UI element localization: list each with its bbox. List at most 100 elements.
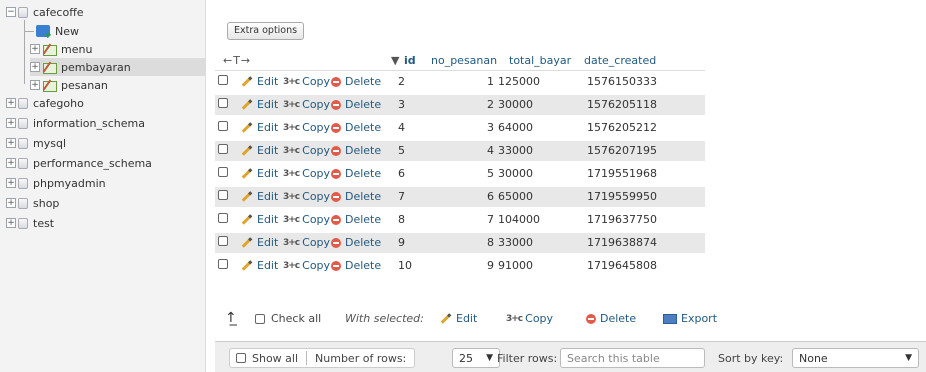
bulk-export-button[interactable]: Export: [663, 312, 717, 325]
row-copy-label[interactable]: Copy: [302, 144, 330, 157]
row-edit-button[interactable]: Edit: [241, 213, 278, 226]
row-delete-button[interactable]: Delete: [331, 213, 381, 226]
column-resize-arrows[interactable]: ←T→: [223, 54, 251, 67]
bulk-export-label[interactable]: Export: [681, 312, 717, 325]
table-label[interactable]: pembayaran: [61, 61, 131, 74]
row-delete-button[interactable]: Delete: [331, 144, 381, 157]
row-edit-label[interactable]: Edit: [257, 213, 278, 226]
expand-icon[interactable]: +: [30, 62, 40, 72]
show-all-control[interactable]: Show all Number of rows:: [229, 348, 416, 368]
check-all-control[interactable]: Check all: [255, 312, 321, 325]
row-delete-label[interactable]: Delete: [345, 259, 381, 272]
row-copy-label[interactable]: Copy: [302, 213, 330, 226]
row-delete-button[interactable]: Delete: [331, 236, 381, 249]
row-delete-label[interactable]: Delete: [345, 213, 381, 226]
row-edit-label[interactable]: Edit: [257, 190, 278, 203]
row-copy-button[interactable]: 3+c Copy: [283, 236, 330, 249]
sort-desc-icon[interactable]: ▼: [391, 54, 399, 67]
row-delete-label[interactable]: Delete: [345, 190, 381, 203]
row-checkbox[interactable]: [218, 144, 228, 154]
bulk-copy-button[interactable]: 3+c Copy: [506, 312, 553, 325]
row-copy-label[interactable]: Copy: [302, 259, 330, 272]
filter-rows-input[interactable]: Search this table: [560, 348, 705, 368]
row-delete-label[interactable]: Delete: [345, 121, 381, 134]
row-copy-button[interactable]: 3+c Copy: [283, 190, 330, 203]
row-copy-button[interactable]: 3+c Copy: [283, 144, 330, 157]
row-edit-label[interactable]: Edit: [257, 167, 278, 180]
expand-icon[interactable]: +: [6, 178, 16, 188]
row-delete-label[interactable]: Delete: [345, 98, 381, 111]
table-item-menu[interactable]: + menu: [30, 40, 92, 58]
expand-icon[interactable]: +: [6, 198, 16, 208]
db-label[interactable]: cafecoffe: [33, 6, 84, 19]
bulk-copy-label[interactable]: Copy: [525, 312, 553, 325]
row-copy-label[interactable]: Copy: [302, 121, 330, 134]
table-item-pesanan[interactable]: + pesanan: [30, 76, 108, 94]
column-header-date-created[interactable]: date_created: [584, 54, 656, 67]
check-all-label[interactable]: Check all: [271, 312, 321, 325]
column-header-total-bayar[interactable]: total_bayar: [509, 54, 571, 67]
expand-icon[interactable]: +: [6, 118, 16, 128]
collapse-icon[interactable]: −: [6, 7, 16, 17]
row-checkbox[interactable]: [218, 236, 228, 246]
db-label[interactable]: mysql: [33, 137, 66, 150]
row-checkbox[interactable]: [218, 259, 228, 269]
row-edit-label[interactable]: Edit: [257, 236, 278, 249]
db-label[interactable]: cafegoho: [33, 97, 84, 110]
db-label[interactable]: test: [33, 217, 54, 230]
row-edit-button[interactable]: Edit: [241, 259, 278, 272]
row-checkbox[interactable]: [218, 75, 228, 85]
show-all-label[interactable]: Show all: [252, 352, 298, 365]
row-edit-button[interactable]: Edit: [241, 98, 278, 111]
row-copy-button[interactable]: 3+c Copy: [283, 121, 330, 134]
expand-icon[interactable]: +: [6, 98, 16, 108]
expand-icon[interactable]: +: [6, 218, 16, 228]
row-delete-label[interactable]: Delete: [345, 75, 381, 88]
db-label[interactable]: information_schema: [33, 117, 145, 130]
row-copy-label[interactable]: Copy: [302, 75, 330, 88]
row-copy-button[interactable]: 3+c Copy: [283, 259, 330, 272]
expand-icon[interactable]: +: [6, 138, 16, 148]
column-header-no-pesanan[interactable]: no_pesanan: [431, 54, 497, 67]
show-all-checkbox[interactable]: [236, 353, 246, 363]
db-label[interactable]: phpmyadmin: [33, 177, 106, 190]
row-edit-button[interactable]: Edit: [241, 190, 278, 203]
number-of-rows-select[interactable]: 25 ▼: [452, 348, 500, 368]
expand-icon[interactable]: +: [30, 80, 40, 90]
db-item-test[interactable]: + test: [6, 214, 54, 232]
db-label[interactable]: performance_schema: [33, 157, 152, 170]
column-header-id[interactable]: id: [404, 54, 416, 67]
bulk-delete-label[interactable]: Delete: [600, 312, 636, 325]
row-delete-label[interactable]: Delete: [345, 167, 381, 180]
row-delete-button[interactable]: Delete: [331, 259, 381, 272]
row-edit-label[interactable]: Edit: [257, 121, 278, 134]
db-item-phpmyadmin[interactable]: + phpmyadmin: [6, 174, 106, 192]
row-edit-label[interactable]: Edit: [257, 98, 278, 111]
row-copy-button[interactable]: 3+c Copy: [283, 213, 330, 226]
row-copy-label[interactable]: Copy: [302, 236, 330, 249]
table-item-pembayaran[interactable]: + pembayaran: [30, 58, 206, 76]
row-checkbox[interactable]: [218, 98, 228, 108]
row-delete-label[interactable]: Delete: [345, 144, 381, 157]
sort-by-key-select[interactable]: None ▼: [792, 348, 919, 368]
expand-icon[interactable]: +: [6, 158, 16, 168]
table-label[interactable]: New: [55, 25, 79, 38]
db-item-cafecoffe[interactable]: − cafecoffe: [6, 3, 84, 21]
bulk-edit-button[interactable]: Edit: [440, 312, 477, 325]
row-edit-button[interactable]: Edit: [241, 236, 278, 249]
row-copy-label[interactable]: Copy: [302, 98, 330, 111]
row-edit-label[interactable]: Edit: [257, 144, 278, 157]
bulk-edit-label[interactable]: Edit: [456, 312, 477, 325]
row-edit-button[interactable]: Edit: [241, 121, 278, 134]
table-label[interactable]: menu: [61, 43, 92, 56]
db-item-information-schema[interactable]: + information_schema: [6, 114, 145, 132]
row-delete-label[interactable]: Delete: [345, 236, 381, 249]
db-item-shop[interactable]: + shop: [6, 194, 59, 212]
row-edit-button[interactable]: Edit: [241, 144, 278, 157]
row-delete-button[interactable]: Delete: [331, 75, 381, 88]
row-edit-label[interactable]: Edit: [257, 259, 278, 272]
db-item-cafegoho[interactable]: + cafegoho: [6, 94, 84, 112]
row-edit-button[interactable]: Edit: [241, 75, 278, 88]
row-edit-button[interactable]: Edit: [241, 167, 278, 180]
db-label[interactable]: shop: [33, 197, 59, 210]
